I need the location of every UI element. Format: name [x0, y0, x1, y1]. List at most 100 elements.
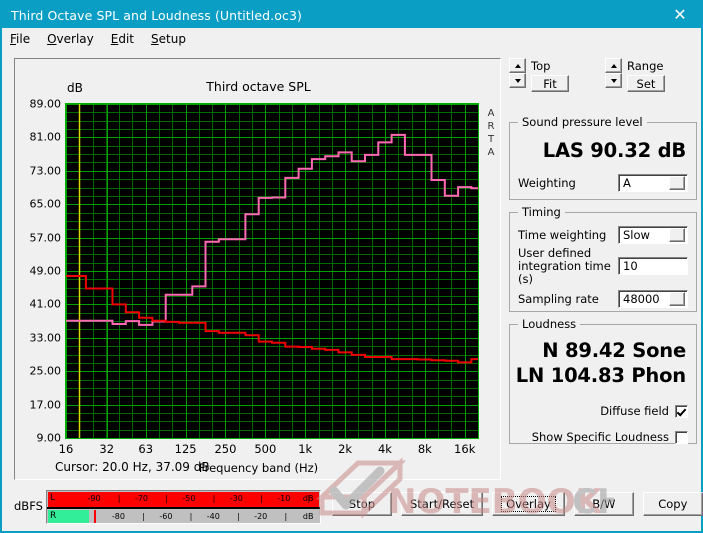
close-icon[interactable]: ✕: [659, 2, 701, 28]
diffuse-field-checkbox[interactable]: [675, 405, 688, 418]
time-weighting-row: Time weighting Slow: [518, 224, 688, 246]
meter-tick-label: -50: [182, 493, 195, 504]
chart-plot-area[interactable]: [65, 103, 479, 439]
menu-label: verlay: [57, 32, 94, 46]
right-peak-indicator: [94, 510, 96, 524]
stop-button[interactable]: Stop: [332, 492, 392, 516]
meter-tick-label: -90: [88, 493, 101, 504]
y-axis-tick-label: 73.00: [30, 164, 62, 177]
x-axis-tick-label: 16: [59, 442, 74, 456]
chevron-down-icon: [669, 292, 685, 306]
dbfs-label: dBFS: [14, 499, 43, 513]
y-axis-unit-label: dB: [67, 81, 83, 95]
menu-label: etup: [159, 32, 186, 46]
weighting-label: Weighting: [518, 177, 618, 190]
weighting-row: Weighting A: [518, 172, 688, 194]
specific-loudness-label: Show Specific Loudness: [532, 430, 669, 444]
meter-tick-label: -20: [254, 511, 267, 522]
menu-item-edit[interactable]: Edit: [111, 32, 134, 46]
overlay-button[interactable]: Overlay: [492, 492, 565, 516]
range-set-button[interactable]: Set: [627, 75, 665, 92]
range-spinner-arrows: [605, 58, 622, 88]
right-channel-label: R: [50, 511, 56, 522]
time-weighting-label: Time weighting: [518, 229, 618, 242]
sound-pressure-level-group: Sound pressure level LAS 90.32 dB Weight…: [509, 122, 697, 200]
meter-tick-label: -80: [112, 511, 125, 522]
loudness-sone-readout: N 89.42 Sone: [510, 339, 696, 362]
y-axis-tick-label: 17.00: [30, 398, 62, 411]
range-spinner-group: Range Set: [605, 58, 697, 88]
x-axis-tick-label: 8k: [418, 442, 432, 456]
meter-tick-label: -30: [230, 493, 243, 504]
diffuse-field-label: Diffuse field: [600, 404, 669, 418]
meter-tick-mark: |: [260, 494, 263, 504]
weighting-select[interactable]: A: [618, 174, 688, 192]
x-axis-tick-label: 2k: [338, 442, 352, 456]
loudness-group-title: Loudness: [518, 317, 580, 331]
chevron-down-icon: [669, 176, 685, 190]
x-axis-tick-label: 250: [214, 442, 236, 456]
top-decrease-button[interactable]: [509, 73, 526, 88]
menu-accelerator: S: [151, 32, 159, 46]
integration-time-input[interactable]: 10: [618, 257, 688, 275]
top-fit-button[interactable]: Fit: [531, 75, 569, 92]
level-meter: L -90|-70|-50|-30|-10|dB R -80|-60|-40|-…: [46, 490, 321, 524]
y-axis-tick-label: 89.00: [30, 98, 62, 111]
sampling-rate-select[interactable]: 48000: [618, 290, 688, 308]
menu-item-setup[interactable]: Setup: [151, 32, 186, 46]
sampling-rate-label: Sampling rate: [518, 293, 618, 306]
y-axis-tick-label: 33.00: [30, 331, 62, 344]
arta-letter: A: [484, 107, 498, 120]
title-bar: Third Octave SPL and Loudness (Untitled.…: [2, 2, 701, 28]
meter-divider: [47, 507, 320, 509]
integration-time-label: User defined integration time (s): [518, 247, 618, 286]
sampling-rate-row: Sampling rate 48000: [518, 288, 688, 310]
y-axis-tick-label: 57.00: [30, 231, 62, 244]
application-window: Third Octave SPL and Loudness (Untitled.…: [0, 0, 703, 533]
integration-time-row: User defined integration time (s) 10: [518, 252, 688, 280]
start-reset-button[interactable]: Start/Reset: [401, 492, 483, 516]
meter-tick-mark: |: [284, 512, 287, 522]
copy-button[interactable]: Copy: [643, 492, 703, 516]
range-label: Range: [627, 59, 663, 73]
specific-loudness-checkbox[interactable]: [675, 431, 688, 444]
menu-item-file[interactable]: File: [10, 32, 30, 46]
meter-unit-label: dB: [303, 511, 314, 522]
spl-readout: LAS 90.32 dB: [510, 139, 696, 162]
top-increase-button[interactable]: [509, 58, 526, 73]
weighting-value: A: [619, 176, 669, 190]
menu-item-overlay[interactable]: Overlay: [47, 32, 94, 46]
meter-tick-mark: |: [118, 494, 121, 504]
loudness-phon-readout: LN 104.83 Phon: [510, 364, 696, 387]
sampling-rate-value: 48000: [619, 292, 669, 306]
bw-button[interactable]: B/W: [574, 492, 634, 516]
top-spinner-group: Top Fit: [509, 58, 605, 88]
arta-letter: T: [484, 133, 498, 146]
menu-label: ile: [16, 32, 30, 46]
integration-time-label-line2: integration time (s): [518, 259, 611, 286]
meter-tick-label: -10: [277, 493, 290, 504]
plot-panel: Third octave SPL dB 89.0081.0073.0065.00…: [14, 58, 501, 480]
x-axis-tick-label: 63: [138, 442, 153, 456]
x-axis-tick-label: 16k: [454, 442, 475, 456]
range-decrease-button[interactable]: [605, 73, 622, 88]
chart-title: Third octave SPL: [15, 79, 502, 94]
diffuse-field-row: Diffuse field: [518, 401, 688, 421]
meter-tick-mark: |: [142, 512, 145, 522]
right-track: [48, 510, 319, 524]
x-axis-tick-label: 32: [99, 442, 114, 456]
action-button-row: Stop Start/Reset Overlay B/W Copy: [332, 492, 703, 516]
chevron-down-icon: [669, 228, 685, 242]
axis-scale-controls: Top Fit Range Set: [509, 58, 697, 108]
left-channel-label: L: [50, 493, 55, 504]
time-weighting-select[interactable]: Slow: [618, 226, 688, 244]
bottom-bar: dBFS L -90|-70|-50|-30|-10|dB R -80|-60|…: [2, 486, 701, 531]
y-axis-tick-label: 81.00: [30, 131, 62, 144]
range-increase-button[interactable]: [605, 58, 622, 73]
timing-group: Timing Time weighting Slow User defined …: [509, 212, 697, 312]
meter-tick-label: -70: [135, 493, 148, 504]
time-weighting-value: Slow: [619, 228, 669, 242]
x-axis-tick-label: 4k: [378, 442, 392, 456]
loudness-group: Loudness N 89.42 Sone LN 104.83 Phon Dif…: [509, 324, 697, 444]
meter-tick-mark: |: [165, 494, 168, 504]
